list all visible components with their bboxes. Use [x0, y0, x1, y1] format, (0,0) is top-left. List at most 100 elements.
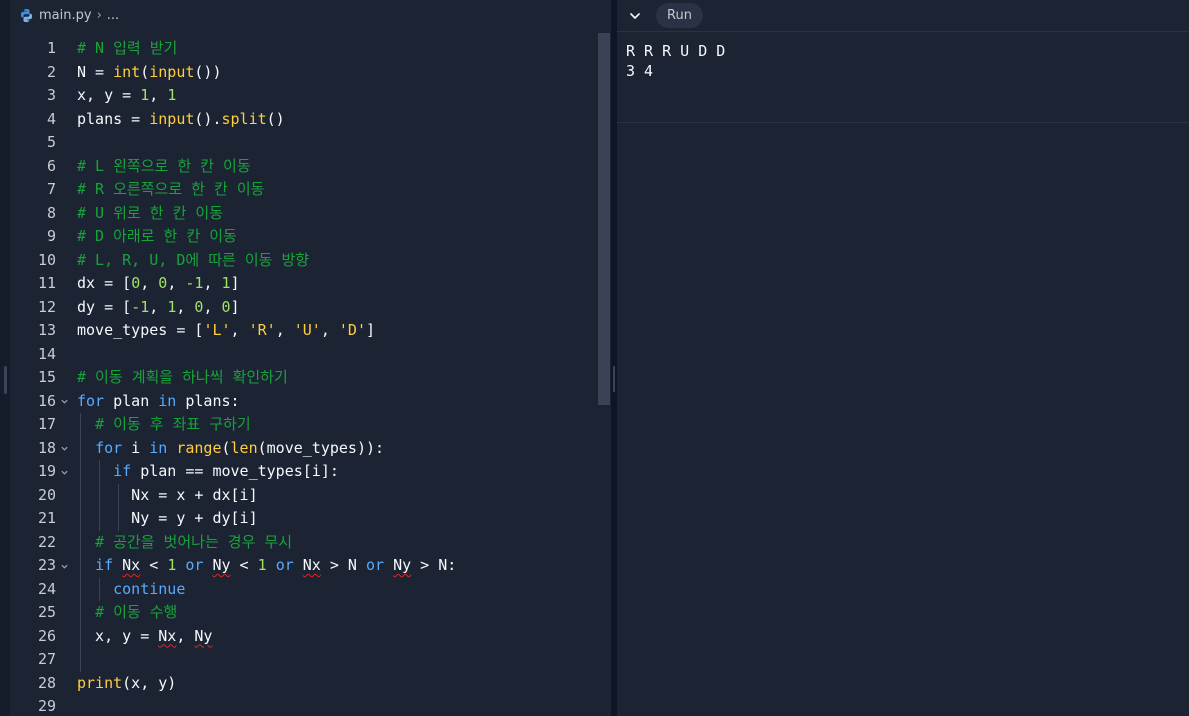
code-token: continue: [113, 579, 186, 598]
code-token: 0: [221, 297, 231, 316]
line-number: 17: [37, 415, 56, 433]
fold-chevron-icon[interactable]: [58, 390, 70, 414]
code-token: dx = [: [77, 274, 132, 292]
code-token: plans:: [176, 391, 240, 410]
line-number: 12: [37, 297, 56, 316]
code-text: for i in range(len(move_types)):: [77, 437, 384, 461]
fold-chevron-icon[interactable]: [58, 554, 70, 578]
line-number: 24: [37, 579, 56, 598]
code-text: # L 왼쪽으로 한 칸 이동: [77, 155, 251, 179]
code-token: or: [275, 556, 294, 574]
error-underlined-token: Nx: [302, 556, 321, 574]
code-text: move_types = ['L', 'R', 'U', 'D']: [77, 319, 375, 343]
console-pane: Run R R R U D D 3 4: [617, 0, 1189, 716]
line-number: 8: [46, 203, 56, 222]
editor-scrollbar-thumb[interactable]: [598, 33, 610, 405]
code-editor[interactable]: 1 # N 입력 받기 2 N = int(input()) 3 x, y = 1, 14…: [10, 31, 611, 716]
fold-chevron-icon[interactable]: [58, 460, 70, 484]
code-text: x, y = 1, 1: [77, 84, 176, 108]
line-number: 20: [37, 485, 56, 504]
code-token: 0: [158, 274, 168, 292]
code-token: 'R': [248, 321, 276, 339]
code-text: x, y = Nx, Ny: [77, 625, 212, 649]
code-text: N = int(input()): [77, 61, 222, 85]
code-token: x, y =: [77, 86, 141, 104]
fold-chevron-icon[interactable]: [58, 437, 70, 461]
code-token: ]: [230, 274, 240, 292]
pane-divider-handle[interactable]: [613, 366, 615, 392]
code-token: <: [230, 556, 258, 574]
code-token: > N: [320, 556, 366, 574]
line-number: 26: [37, 626, 56, 645]
code-token: # R 오른쪽으로 한 칸 이동: [77, 180, 265, 198]
error-underlined-token: Ny: [393, 556, 412, 574]
line-number: 23: [37, 556, 56, 574]
code-token: i: [122, 438, 150, 457]
line-number: 5: [46, 133, 56, 151]
line-number: 15: [37, 368, 56, 386]
code-token: range: [176, 438, 222, 457]
code-text: # 공간을 벗어나는 경우 무시: [77, 531, 292, 555]
code-token: ,: [140, 274, 159, 292]
code-token: plan: [104, 391, 159, 410]
left-resize-handle[interactable]: [4, 366, 7, 394]
code-text: Nx = x + dx[i]: [77, 484, 257, 508]
left-resize-gutter[interactable]: [0, 0, 10, 716]
line-number: 9: [46, 227, 56, 245]
code-text: # L, R, U, D에 따른 이동 방향: [77, 249, 309, 273]
indent-guide: [80, 648, 81, 672]
code-token: input: [149, 109, 195, 128]
line-number: 3: [46, 86, 56, 104]
code-token: ]: [230, 297, 240, 316]
code-token: x, y =: [77, 626, 159, 645]
code-token: input: [149, 62, 195, 81]
code-token: 'D': [338, 321, 366, 339]
code-token: (: [140, 62, 150, 81]
console-output[interactable]: R R R U D D 3 4: [617, 32, 1189, 123]
code-token: > N:: [411, 556, 457, 574]
line-number: 27: [37, 650, 56, 668]
code-token: plan == move_types[i]:: [131, 462, 339, 480]
breadcrumb-more[interactable]: ...: [107, 8, 119, 23]
code-token: (move_types)):: [257, 438, 385, 457]
code-token: # 이동 수행: [95, 603, 178, 621]
code-token: # 공간을 벗어나는 경우 무시: [95, 532, 293, 551]
code-text: print(x, y): [77, 672, 176, 696]
code-text: # D 아래로 한 칸 이동: [77, 225, 237, 249]
code-token: ,: [167, 274, 186, 292]
code-token: or: [366, 556, 385, 574]
code-token: 1: [167, 297, 177, 316]
code-token: plans =: [77, 109, 150, 128]
code-token: # N 입력 받기: [77, 39, 178, 57]
code-token: # 이동 계획을 하나씩 확인하기: [77, 368, 288, 386]
line-number: 10: [37, 250, 56, 269]
code-token: if: [113, 462, 132, 480]
code-token: int: [113, 62, 141, 81]
line-number: 2: [46, 62, 56, 81]
error-underlined-token: Ny: [194, 626, 213, 645]
code-token: 0: [131, 274, 141, 292]
code-text: for plan in plans:: [77, 390, 240, 414]
code-token: ,: [176, 297, 195, 316]
code-text: # U 위로 한 칸 이동: [77, 202, 223, 226]
line-number: 11: [37, 274, 56, 292]
breadcrumb: main.py › ...: [10, 0, 611, 31]
code-token: ,: [149, 86, 168, 104]
chevron-down-icon[interactable]: [628, 9, 642, 23]
breadcrumb-file[interactable]: main.py: [39, 8, 92, 23]
replit-workspace: main.py › ... 1 # N 입력 받기 2 N = int(input()…: [0, 0, 1189, 716]
run-button[interactable]: Run: [656, 3, 703, 28]
code-text: # 이동 수행: [77, 601, 177, 625]
python-file-icon: [20, 8, 33, 23]
code-token: (): [266, 109, 285, 128]
code-token: ,: [275, 321, 294, 339]
